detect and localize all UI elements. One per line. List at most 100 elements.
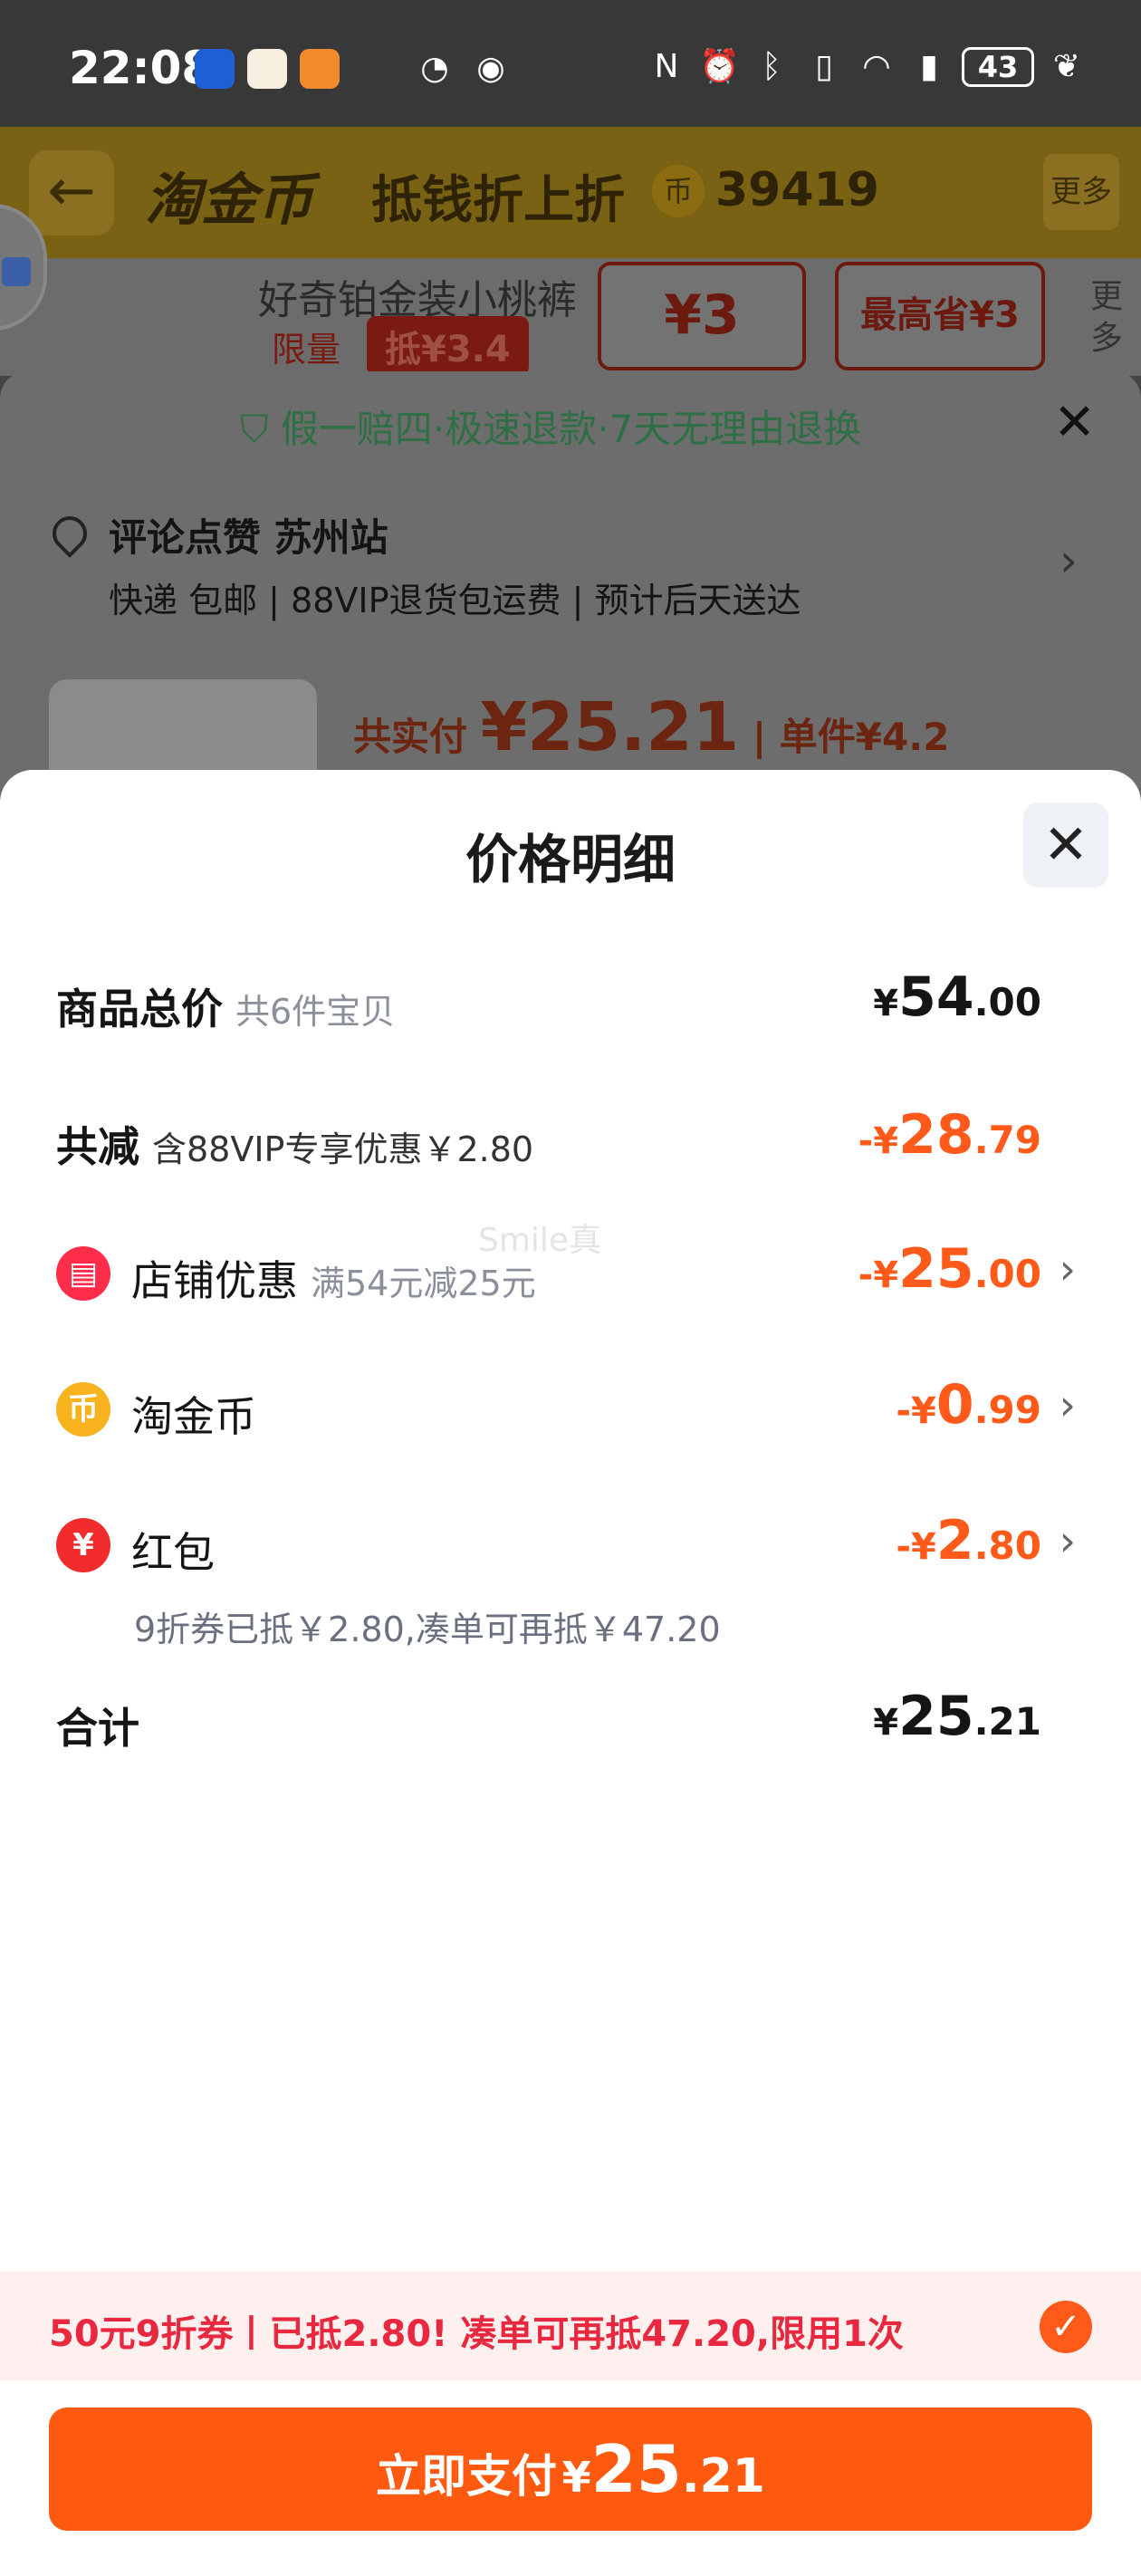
coupon-promo-banner[interactable]: 50元9折券丨已抵2.80! 凑单可再抵47.20,限用1次 ✓ — [0, 2272, 1141, 2380]
app-notification-icon — [195, 49, 235, 89]
discount-amount: -¥28.79 — [858, 1103, 1041, 1167]
currency: ¥ — [873, 983, 899, 1024]
currency: -¥ — [896, 1390, 936, 1432]
coin-count: 39419 — [715, 163, 879, 217]
amount-decimal: .00 — [973, 1252, 1041, 1296]
amount-integer: 25 — [898, 1685, 974, 1748]
wifi-icon: ◠ — [862, 48, 891, 85]
chevron-right-icon: › — [1059, 1245, 1076, 1293]
back-arrow-icon: ← — [29, 150, 114, 235]
pay-now-button[interactable]: 立即支付 ¥25.21 — [49, 2408, 1092, 2531]
coin-icon: 币 — [56, 1382, 110, 1437]
location-icon — [45, 509, 94, 558]
pay-amount-decimal: .21 — [681, 2449, 765, 2504]
amount-decimal: .79 — [973, 1118, 1041, 1162]
shop-discount-label: 店铺优惠 满54元减25元 — [131, 1248, 536, 1308]
amount-integer: 25 — [898, 1237, 974, 1301]
amount-decimal: .21 — [973, 1699, 1041, 1744]
pay-amount-integer: 25 — [590, 2431, 682, 2507]
watermark: Smile真 — [478, 1222, 602, 1259]
app-notification-icon — [247, 49, 287, 89]
status-time: 22:08 — [69, 42, 214, 94]
battery-icon: 43 — [962, 47, 1034, 87]
vip-discount-note: 含88VIP专享优惠￥2.80 — [152, 1129, 534, 1169]
leaf-icon: ❦ — [1052, 48, 1081, 85]
background-subtitle: 抵钱折上折 — [371, 171, 625, 230]
background-header: ← 淘金币 抵钱折上折 币 39419 更多 — [0, 127, 1141, 258]
shield-icon: ⛉ — [240, 407, 281, 451]
currency: -¥ — [858, 1120, 899, 1162]
coins-amount: -¥0.99 — [896, 1373, 1041, 1437]
signal-icon: ▮ — [920, 48, 938, 85]
check-icon[interactable]: ✓ — [1040, 2301, 1092, 2353]
close-button[interactable]: ✕ — [1023, 803, 1108, 888]
amount-decimal: .00 — [973, 980, 1041, 1024]
currency: ¥ — [873, 1702, 899, 1744]
red-packet-amount: -¥2.80 — [896, 1509, 1041, 1572]
vibrate-icon: ▯ — [815, 48, 833, 85]
red-packet-row[interactable]: ¥ 红包 -¥2.80 › — [0, 1509, 1141, 1583]
amount-integer: 2 — [935, 1509, 974, 1572]
sum-amount: ¥25.21 — [873, 1685, 1041, 1748]
alarm-icon: ⏰ — [699, 48, 740, 85]
total-value: ¥25.21 — [480, 688, 740, 766]
amount-decimal: .99 — [973, 1388, 1041, 1432]
pay-button-label: 立即支付 — [376, 2450, 558, 2503]
item-count-note: 共6件宝贝 — [235, 992, 396, 1032]
status-icons: N ⏰ ᛒ ▯ ◠ ▮ 43 ❦ — [647, 47, 1087, 87]
address-text: 评论点赞 苏州站 — [109, 515, 388, 560]
background-title: 淘金币 — [145, 167, 314, 233]
red-packet-note: 9折券已抵￥2.80,凑单可再抵￥47.20 — [134, 1610, 721, 1649]
bluetooth-icon: ᛒ — [762, 48, 781, 85]
price-detail-sheet: 价格明细 ✕ 商品总价 共6件宝贝 ¥54.00 共减 含88VIP专享优惠￥2.8… — [0, 770, 1141, 2576]
shop-discount-amount: -¥25.00 — [858, 1237, 1041, 1301]
discount-label: 共减 含88VIP专享优惠￥2.80 — [56, 1114, 533, 1174]
status-bar: 22:08 ◔ ◉ N ⏰ ᛒ ▯ ◠ ▮ 43 ❦ — [0, 0, 1141, 127]
close-icon: ✕ — [1042, 813, 1089, 877]
amount-integer: 54 — [898, 966, 974, 1029]
guarantee-label: 假一赔四·极速退款·7天无理由退换 — [280, 407, 862, 451]
chevron-right-icon: › — [1059, 1516, 1076, 1565]
coin-icon: 币 — [652, 165, 705, 217]
chevron-right-icon: › — [1059, 1380, 1076, 1429]
price-box: 最高省¥3 — [835, 262, 1045, 370]
deduct-badge: 抵¥3.4 — [367, 316, 529, 376]
shop-discount-note: 满54元减25元 — [311, 1264, 536, 1303]
more-button: 更多 — [1043, 154, 1119, 230]
nfc-icon: N — [654, 48, 679, 85]
data-saver-icon: ◔ — [420, 50, 449, 87]
total-price-amount: ¥54.00 — [873, 966, 1041, 1029]
coupon-promo-text: 50元9折券丨已抵2.80! 凑单可再抵47.20,限用1次 — [49, 2313, 904, 2355]
sum-label: 合计 — [56, 1704, 139, 1753]
price-box: ¥3 — [598, 262, 806, 370]
guarantee-text: ⛉ 假一赔四·极速退款·7天无理由退换 — [240, 399, 861, 454]
red-packet-icon: ¥ — [56, 1518, 110, 1572]
coins-row[interactable]: 币 淘金币 -¥0.99 › — [0, 1373, 1141, 1447]
eye-icon: ◉ — [476, 50, 505, 87]
close-icon: ✕ — [1053, 393, 1096, 452]
total-price-label: 商品总价 共6件宝贝 — [56, 976, 395, 1036]
currency: -¥ — [858, 1254, 899, 1296]
background-page: ← 淘金币 抵钱折上折 币 39419 更多 好奇铂金装小桃裤 限量 抵¥3.4… — [0, 127, 1141, 915]
sheet-title: 价格明细 — [465, 829, 676, 890]
pay-currency: ¥ — [561, 2453, 591, 2502]
app-notification-icon — [300, 49, 340, 89]
amount-decimal: .80 — [973, 1523, 1041, 1568]
amount-integer: 28 — [898, 1103, 974, 1167]
total-price-title: 商品总价 — [56, 985, 223, 1033]
more-side-label: 更多 — [1090, 278, 1124, 357]
coins-label: 淘金币 — [131, 1392, 256, 1441]
shipping-text: 快递 包邮 | 88VIP退货包运费 | 预计后天送达 — [109, 581, 801, 620]
red-packet-label: 红包 — [131, 1528, 215, 1577]
shop-discount-title: 店铺优惠 — [131, 1256, 298, 1305]
background-total: 共实付 ¥25.21 | 单件¥4.2 — [353, 688, 949, 766]
amount-integer: 0 — [935, 1373, 974, 1437]
discount-title: 共减 — [56, 1122, 139, 1171]
floating-widget-icon — [2, 257, 31, 286]
background-product-strip: 好奇铂金装小桃裤 限量 抵¥3.4 ¥3 最高省¥3 更多 — [0, 258, 1141, 376]
shop-icon: ▤ — [56, 1246, 110, 1301]
limit-label: 限量 — [272, 330, 341, 370]
chevron-right-icon: › — [1060, 534, 1078, 587]
total-label: 共实付 — [353, 715, 468, 759]
unit-price: | 单件¥4.2 — [752, 715, 950, 759]
